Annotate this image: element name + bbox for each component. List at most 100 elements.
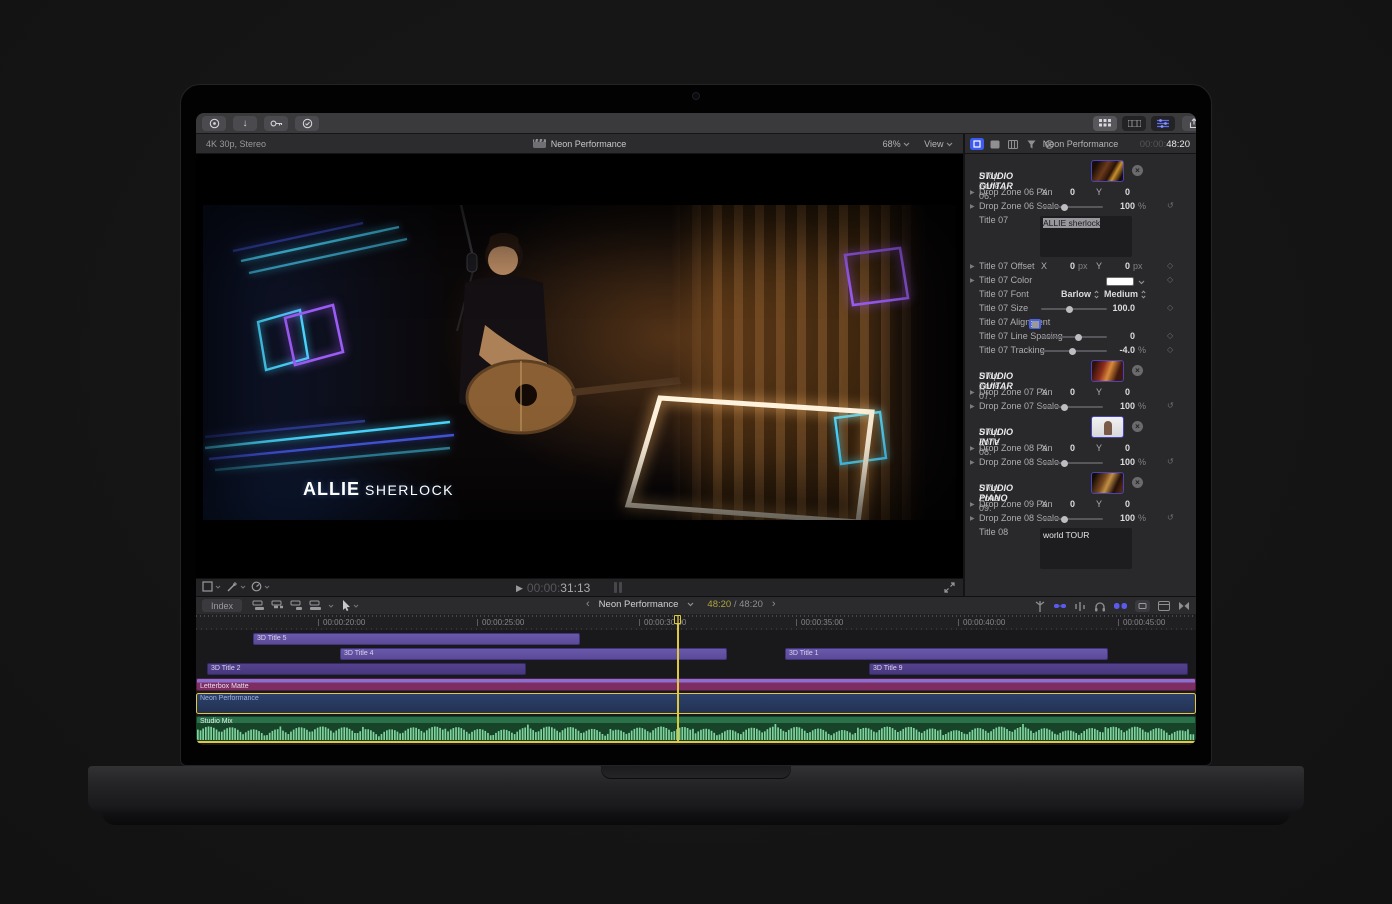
index-button[interactable]: Index [202,599,242,612]
clip-neon-performance[interactable]: Neon Performance [196,693,1196,714]
x-value-field[interactable]: 0 [1049,187,1075,197]
font-weight-menu[interactable]: Medium [1102,289,1138,299]
reset-icon[interactable]: ↺ [1167,513,1174,522]
y-value-field[interactable]: 0 [1104,187,1130,197]
play-button[interactable]: ▶ [516,583,523,594]
viewer-view-menu[interactable]: View [924,139,953,149]
disclosure-triangle-icon[interactable]: ▶ [970,445,975,452]
timeline-project-name[interactable]: Neon Performance [599,599,679,610]
keyword-button[interactable] [264,116,288,131]
x-value-field[interactable]: 0 [1049,387,1075,397]
clip-3d-title-9[interactable]: 3D Title 9 [869,663,1188,675]
clip-3d-title-5[interactable]: 3D Title 5 [253,633,580,645]
disclosure-triangle-icon[interactable]: ▶ [970,389,975,396]
disclosure-triangle-icon[interactable]: ▶ [970,515,975,522]
fullscreen-button[interactable] [944,582,955,595]
weight-stepper-icon[interactable] [1141,290,1146,301]
skimming-icon[interactable] [1054,601,1066,611]
reset-icon[interactable]: ◇ [1167,331,1173,340]
viewer-canvas[interactable]: ALLIESHERLOCK [196,154,963,578]
import-media-button[interactable] [202,116,226,131]
timeline-toggle-button[interactable] [1122,116,1146,131]
remove-dropzone-button[interactable]: × [1132,421,1143,432]
parameter-slider[interactable] [1041,336,1107,338]
scale-value-field[interactable]: 100 [1103,513,1135,523]
y-value-field[interactable]: 0 [1104,443,1130,453]
chevron-down-icon[interactable] [1138,277,1145,287]
y-value-field[interactable]: 0 [1104,387,1130,397]
reset-icon[interactable]: ◇ [1167,275,1173,284]
scale-value-field[interactable]: 100 [1103,457,1135,467]
playhead-handle[interactable] [674,615,681,624]
transitions-browser-icon[interactable] [1178,601,1190,611]
title-text-field[interactable]: ALLIE sherlock [1040,216,1132,257]
timeline-ruler[interactable]: 00:00:20:0000:00:25:0000:00:30:0000:00:3… [196,614,1196,630]
audio-meters[interactable] [614,582,622,593]
x-value-field[interactable]: 0 [1049,261,1075,271]
x-value-field[interactable]: 0 [1049,499,1075,509]
disclosure-triangle-icon[interactable]: ▶ [970,203,975,210]
y-value-field[interactable]: 0 [1104,499,1130,509]
tool-selector[interactable] [342,600,359,611]
clip-3d-title-4[interactable]: 3D Title 4 [340,648,727,660]
viewer-zoom-menu[interactable]: 68% [883,139,911,149]
parameter-value-field[interactable]: 100.0 [1103,303,1135,313]
disclosure-triangle-icon[interactable]: ▶ [970,403,975,410]
align-fill-button[interactable] [1029,319,1041,329]
chevron-down-icon[interactable] [687,602,694,607]
clip-3d-title-2[interactable]: 3D Title 2 [207,663,526,675]
download-button[interactable]: ↓ [233,116,257,131]
reset-icon[interactable]: ↺ [1167,201,1174,210]
x-value-field[interactable]: 0 [1049,443,1075,453]
retime-menu-button[interactable] [251,581,270,592]
parameter-value-field[interactable]: 0 [1103,331,1135,341]
font-stepper-icon[interactable] [1094,290,1099,301]
favorite-check-button[interactable] [295,116,319,131]
remove-dropzone-button[interactable]: × [1132,477,1143,488]
scale-slider[interactable] [1041,462,1103,464]
clip-appearance-icon[interactable] [1158,601,1170,611]
font-family-menu[interactable]: Barlow [1035,289,1091,299]
solo-headphones-icon[interactable] [1094,601,1106,612]
dropzone-thumbnail[interactable] [1091,416,1124,438]
snapping-icon[interactable] [1114,601,1127,611]
clip-letterbox-matte[interactable]: Letterbox Matte [196,678,1196,691]
overwrite-edit-icon[interactable] [309,600,322,611]
scale-slider[interactable] [1041,406,1103,408]
clip-3d-title-1[interactable]: 3D Title 1 [785,648,1108,660]
reset-icon[interactable]: ↺ [1167,401,1174,410]
scale-slider[interactable] [1041,518,1103,520]
disclosure-triangle-icon[interactable]: ▶ [970,189,975,196]
chevron-down-icon[interactable] [328,604,334,608]
reset-icon[interactable]: ◇ [1167,303,1173,312]
dropzone-thumbnail[interactable] [1091,360,1124,382]
playhead[interactable] [677,615,679,743]
scale-value-field[interactable]: 100 [1103,401,1135,411]
reset-icon[interactable]: ↺ [1167,457,1174,466]
parameter-value-field[interactable]: -4.0 [1103,345,1135,355]
reset-icon[interactable]: ◇ [1167,261,1173,270]
append-edit-icon[interactable] [290,600,303,611]
share-button[interactable] [1182,116,1196,131]
dropzone-thumbnail[interactable] [1091,472,1124,494]
disclosure-triangle-icon[interactable]: ▶ [970,501,975,508]
parameter-slider[interactable] [1041,308,1107,310]
scale-value-field[interactable]: 100 [1103,201,1135,211]
scale-slider[interactable] [1041,206,1103,208]
audio-skimming-icon[interactable] [1074,601,1086,612]
trim-tool-icon[interactable] [1034,601,1046,612]
previous-project-button[interactable]: ‹ [586,599,590,610]
inspector-toggle-button[interactable] [1151,116,1175,131]
reset-icon[interactable]: ◇ [1167,345,1173,354]
clip-studio-mix[interactable]: Studio Mix [196,716,1196,741]
connect-edit-icon[interactable] [252,600,265,611]
transform-menu-button[interactable] [202,581,221,592]
remove-dropzone-button[interactable]: × [1132,165,1143,176]
remove-dropzone-button[interactable]: × [1132,365,1143,376]
title-text-field[interactable]: world TOUR [1040,528,1132,569]
parameter-slider[interactable] [1041,350,1107,352]
enhancements-menu-button[interactable] [226,581,246,592]
color-well[interactable] [1106,277,1134,286]
disclosure-triangle-icon[interactable]: ▶ [970,459,975,466]
next-project-button[interactable]: › [772,599,776,610]
